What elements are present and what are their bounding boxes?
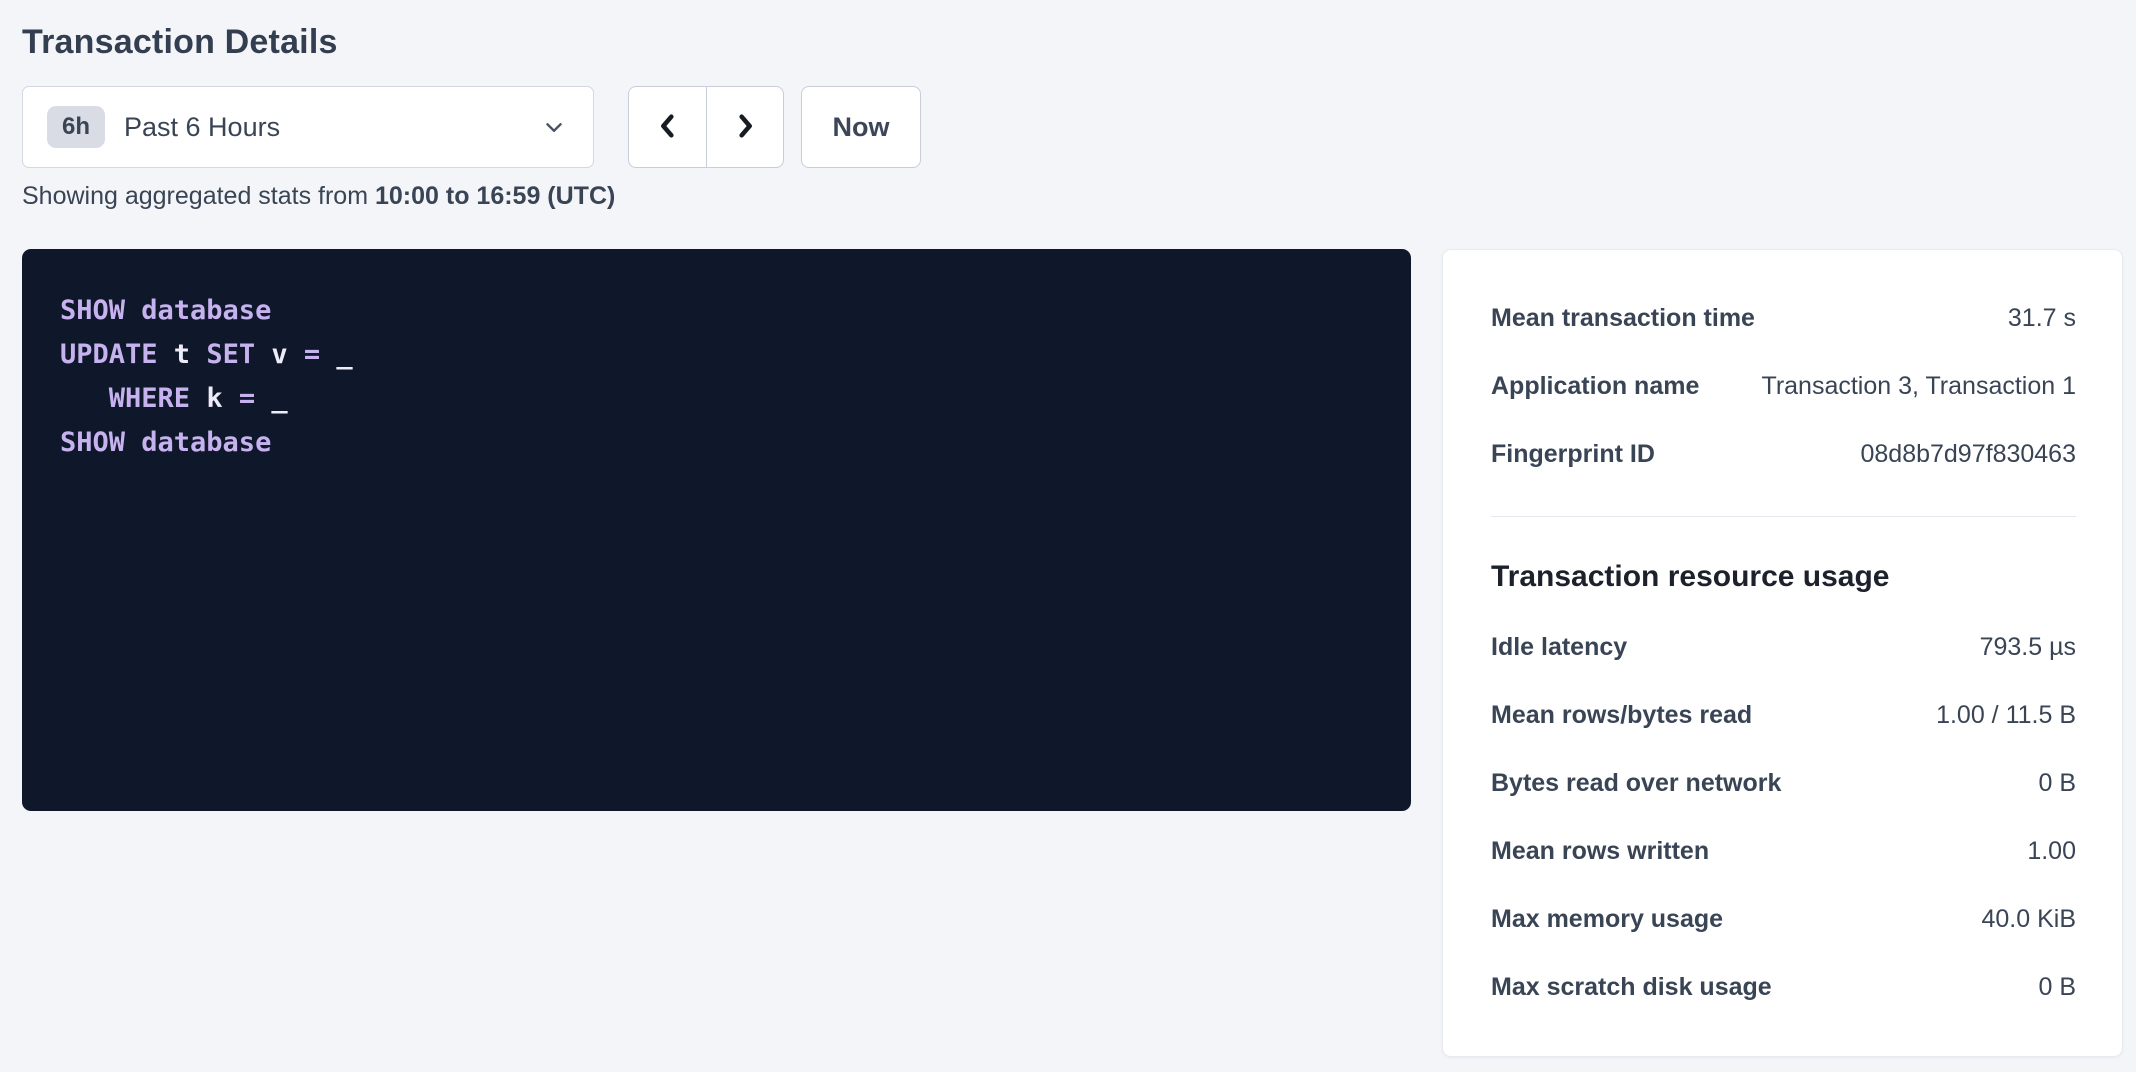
chevron-down-icon bbox=[541, 114, 567, 140]
stat-value: 1.00 / 11.5 B bbox=[1936, 701, 2076, 730]
sql-token bbox=[60, 383, 109, 414]
stat-value: 40.0 KiB bbox=[1981, 905, 2076, 934]
stat-value: 31.7 s bbox=[2008, 304, 2076, 333]
stat-label: Max memory usage bbox=[1491, 905, 1723, 934]
stats-subtitle: Showing aggregated stats from 10:00 to 1… bbox=[22, 181, 2123, 211]
stat-value: Transaction 3, Transaction 1 bbox=[1761, 372, 2076, 401]
stats-subtitle-range: 10:00 to 16:59 (UTC) bbox=[375, 182, 615, 210]
sql-token: UPDATE bbox=[60, 339, 158, 370]
time-range-badge: 6h bbox=[47, 106, 105, 148]
stat-value: 0 B bbox=[2038, 973, 2076, 1002]
sql-token: = bbox=[304, 339, 320, 370]
stat-row: Bytes read over network 0 B bbox=[1491, 749, 2076, 817]
sql-token: _ bbox=[320, 339, 353, 370]
time-range-picker[interactable]: 6h Past 6 Hours bbox=[22, 86, 594, 168]
stats-subtitle-prefix: Showing aggregated stats from bbox=[22, 182, 375, 210]
stat-label: Mean rows written bbox=[1491, 837, 1709, 866]
stat-row: Application name Transaction 3, Transact… bbox=[1491, 352, 2076, 420]
main-content: SHOW database UPDATE t SET v = _ WHERE k … bbox=[22, 249, 2123, 1057]
stat-label: Mean transaction time bbox=[1491, 304, 1755, 333]
stat-row: Mean rows written 1.00 bbox=[1491, 817, 2076, 885]
stat-row: Idle latency 793.5 µs bbox=[1491, 613, 2076, 681]
page-title: Transaction Details bbox=[22, 20, 2123, 64]
sql-token: t bbox=[158, 339, 207, 370]
prev-time-range-button[interactable] bbox=[629, 87, 706, 167]
sql-token: SET bbox=[206, 339, 255, 370]
stat-value: 0 B bbox=[2038, 769, 2076, 798]
stat-value: 1.00 bbox=[2027, 837, 2076, 866]
resource-usage-heading: Transaction resource usage bbox=[1491, 557, 2076, 597]
sql-token: SHOW database bbox=[60, 427, 271, 458]
sql-token: = bbox=[239, 383, 255, 414]
sql-line: SHOW database bbox=[60, 421, 1391, 465]
chevron-left-icon bbox=[652, 110, 684, 145]
stat-label: Fingerprint ID bbox=[1491, 440, 1655, 469]
transaction-summary-card: Mean transaction time 31.7 s Application… bbox=[1442, 249, 2123, 1057]
chevron-right-icon bbox=[729, 110, 761, 145]
general-stats-section: Mean transaction time 31.7 s Application… bbox=[1491, 284, 2076, 488]
sql-token: WHERE bbox=[109, 383, 190, 414]
sql-token: SHOW database bbox=[60, 295, 271, 326]
next-time-range-button[interactable] bbox=[706, 87, 783, 167]
stat-label: Mean rows/bytes read bbox=[1491, 701, 1752, 730]
time-range-label: Past 6 Hours bbox=[124, 112, 280, 143]
stat-label: Max scratch disk usage bbox=[1491, 973, 1772, 1002]
time-controls-row: 6h Past 6 Hours Now bbox=[22, 86, 2123, 168]
stat-row: Max memory usage 40.0 KiB bbox=[1491, 885, 2076, 953]
stat-row: Mean transaction time 31.7 s bbox=[1491, 284, 2076, 352]
now-button[interactable]: Now bbox=[801, 86, 921, 168]
sql-line: SHOW database bbox=[60, 289, 1391, 333]
card-divider bbox=[1491, 516, 2076, 517]
stat-row: Mean rows/bytes read 1.00 / 11.5 B bbox=[1491, 681, 2076, 749]
time-range-pager bbox=[628, 86, 784, 168]
stat-label: Application name bbox=[1491, 372, 1699, 401]
stat-label: Bytes read over network bbox=[1491, 769, 1781, 798]
sql-line: UPDATE t SET v = _ bbox=[60, 333, 1391, 377]
transaction-details-page: Transaction Details 6h Past 6 Hours Now bbox=[0, 0, 2136, 1057]
sql-token: _ bbox=[255, 383, 288, 414]
sql-statement-box: SHOW database UPDATE t SET v = _ WHERE k … bbox=[22, 249, 1411, 811]
stat-label: Idle latency bbox=[1491, 633, 1627, 662]
sql-token: v bbox=[255, 339, 304, 370]
stat-value: 793.5 µs bbox=[1980, 633, 2076, 662]
stat-row: Fingerprint ID 08d8b7d97f830463 bbox=[1491, 420, 2076, 488]
resource-stats-section: Idle latency 793.5 µs Mean rows/bytes re… bbox=[1491, 613, 2076, 1021]
sql-token: k bbox=[190, 383, 239, 414]
stat-value: 08d8b7d97f830463 bbox=[1860, 440, 2076, 469]
stat-row: Max scratch disk usage 0 B bbox=[1491, 953, 2076, 1021]
sql-line: WHERE k = _ bbox=[60, 377, 1391, 421]
